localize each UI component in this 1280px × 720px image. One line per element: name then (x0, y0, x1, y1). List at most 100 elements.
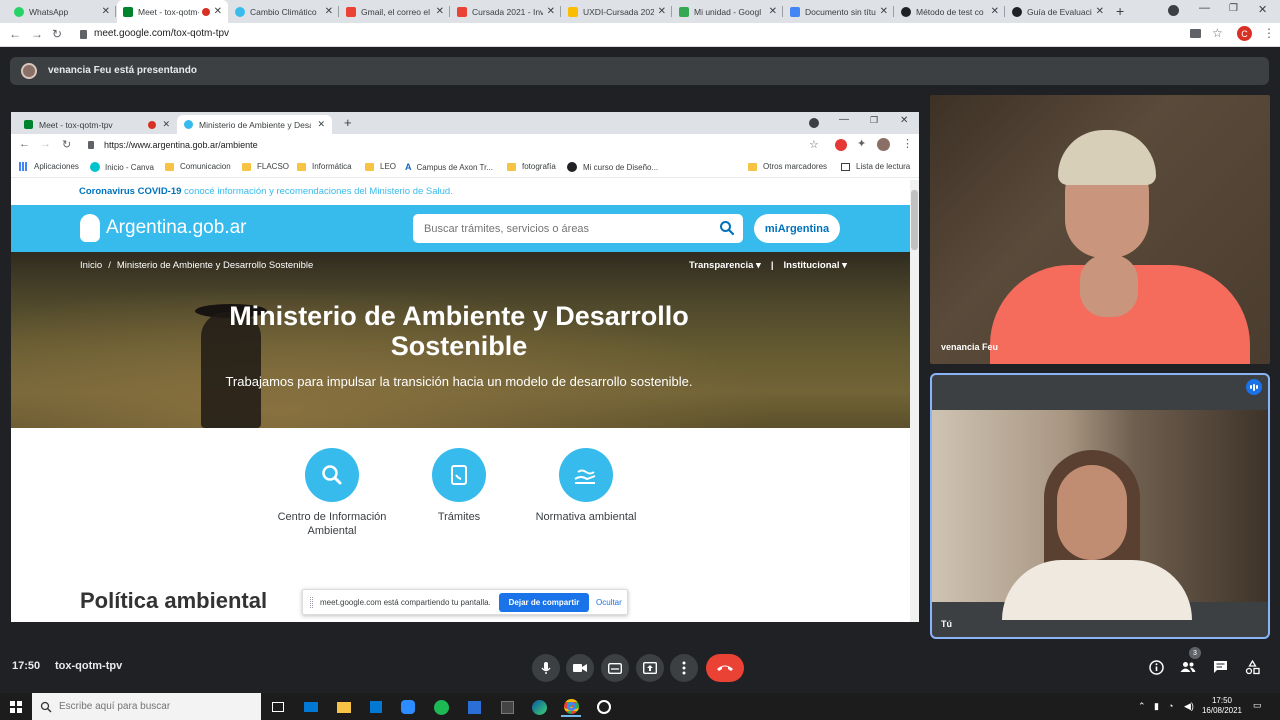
more-options-button[interactable] (670, 654, 698, 682)
profile-avatar[interactable] (877, 138, 890, 151)
notifications-icon[interactable]: ▭ (1253, 700, 1262, 711)
reload-icon[interactable]: ↻ (62, 138, 71, 151)
task-view-icon[interactable] (268, 697, 288, 717)
service-normativa[interactable]: Normativa ambiental (521, 448, 651, 524)
menu-icon[interactable]: ⋮ (902, 137, 913, 150)
tab-cursada[interactable]: Cursada 2021 - Inv ✕ (451, 0, 561, 23)
close-window-button[interactable]: ✕ (1258, 3, 1267, 16)
edge-icon[interactable] (529, 697, 549, 717)
close-icon[interactable]: ✕ (880, 6, 888, 17)
captions-button[interactable] (601, 654, 629, 682)
close-icon[interactable]: ✕ (1096, 6, 1104, 17)
zoom-icon[interactable] (398, 697, 418, 717)
restore-button[interactable]: ❐ (870, 115, 878, 126)
minimize-button[interactable]: — (1199, 2, 1210, 14)
close-icon[interactable]: ✕ (162, 119, 170, 130)
search-icon[interactable] (719, 220, 735, 241)
bookmark-canva[interactable]: Inicio - Canva (90, 162, 154, 172)
back-arrow-icon[interactable]: ← (9, 27, 21, 41)
site-search-input[interactable] (413, 214, 703, 243)
back-arrow-icon[interactable]: ← (19, 138, 30, 150)
close-icon[interactable]: ✕ (991, 6, 999, 17)
stop-sharing-button[interactable]: Dejar de compartir (499, 593, 589, 612)
covid-title[interactable]: Coronavirus COVID-19 (79, 186, 181, 197)
forward-arrow-icon[interactable]: → (31, 27, 43, 41)
tab-uxdi[interactable]: UXDI-Cursada 202 ✕ (562, 0, 672, 23)
new-tab-button[interactable]: + (1116, 3, 1124, 19)
participants-button[interactable] (1178, 657, 1198, 677)
close-icon[interactable]: ✕ (317, 119, 325, 130)
tray-chevron-icon[interactable]: ⌃ (1138, 701, 1146, 712)
inner-tab-meet[interactable]: Meet - tox-qotm-tpv ✕ (17, 115, 177, 134)
file-explorer-icon[interactable] (334, 697, 354, 717)
taskbar-search-input[interactable] (32, 693, 232, 720)
menu-icon[interactable]: ⋮ (1263, 26, 1275, 40)
terminal-icon[interactable] (497, 697, 517, 717)
tab-whatsapp[interactable]: WhatsApp ✕ (8, 0, 116, 23)
breadcrumb-home[interactable]: Inicio (80, 260, 102, 271)
extensions-icon[interactable]: ✦ (857, 137, 866, 150)
close-icon[interactable]: ✕ (658, 6, 666, 17)
inner-tab-ministerio[interactable]: Ministerio de Ambiente y Desarr ✕ (177, 115, 332, 134)
adblock-icon[interactable] (835, 139, 847, 151)
tab-search-icon[interactable] (809, 118, 819, 128)
tab-guia[interactable]: Guía de Evaluació ✕ (1006, 0, 1110, 23)
present-button[interactable] (636, 654, 664, 682)
url-text[interactable]: https://www.argentina.gob.ar/ambiente (104, 140, 258, 150)
menu-transparencia[interactable]: Transparencia ▾ (689, 260, 761, 271)
drag-handle-icon[interactable] (310, 597, 313, 608)
close-window-button[interactable]: ✕ (900, 115, 908, 126)
service-tramites[interactable]: Trámites (394, 448, 524, 524)
bookmark-leo[interactable]: LEO (365, 162, 396, 171)
url-text[interactable]: meet.google.com/tox-qotm-tpv (94, 28, 229, 39)
minimize-button[interactable]: — (839, 114, 849, 125)
wifi-icon[interactable]: ◔ (1168, 701, 1173, 711)
reload-icon[interactable]: ↻ (52, 27, 62, 41)
bookmark-informatica[interactable]: Informática (297, 162, 352, 171)
new-tab-button[interactable]: + (344, 115, 352, 130)
bookmark-flacso[interactable]: FLACSO (242, 162, 289, 171)
forward-arrow-icon[interactable]: → (40, 138, 51, 150)
close-icon[interactable]: ✕ (769, 6, 777, 17)
site-logo[interactable]: Argentina.gob.ar (106, 217, 247, 239)
bookmark-aplicaciones[interactable]: Aplicaciones (19, 162, 79, 171)
service-centro-informacion[interactable]: Centro de Información Ambiental (267, 448, 397, 538)
chrome-icon[interactable] (561, 697, 581, 717)
meeting-info-button[interactable] (1146, 657, 1166, 677)
end-call-button[interactable] (706, 654, 744, 682)
close-icon[interactable]: ✕ (547, 6, 555, 17)
participant-tile-venancia[interactable]: venancia Feu (930, 95, 1270, 364)
scrollbar[interactable] (910, 180, 919, 622)
bookmark-otros[interactable]: Otros marcadores (748, 162, 827, 171)
participant-tile-self[interactable]: Tú (930, 373, 1270, 639)
paint-icon[interactable] (464, 697, 484, 717)
covid-banner[interactable]: Coronavirus COVID-19 conocé información … (11, 180, 910, 205)
miargentina-button[interactable]: miArgentina (754, 214, 840, 243)
tab-gmail[interactable]: Gmail, el correo el ✕ (340, 0, 450, 23)
shared-screen[interactable]: Meet - tox-qotm-tpv ✕ Ministerio de Ambi… (11, 112, 919, 622)
restore-button[interactable]: ❐ (1229, 3, 1238, 14)
windows-start-icon[interactable] (10, 701, 22, 713)
volume-icon[interactable]: ◀) (1184, 701, 1194, 712)
close-icon[interactable]: ✕ (325, 6, 333, 17)
chat-button[interactable] (1210, 657, 1230, 677)
spotify-icon[interactable] (431, 697, 451, 717)
app-icon[interactable] (594, 697, 614, 717)
menu-institucional[interactable]: Institucional ▾ (784, 260, 847, 271)
camera-button[interactable] (566, 654, 594, 682)
tab-metodo[interactable]: Método de test co ✕ (895, 0, 1005, 23)
bookmark-lista-lectura[interactable]: Lista de lectura (841, 162, 910, 171)
tab-meet[interactable]: Meet - tox-qotm-tpv ✕ (117, 0, 228, 23)
tab-cambio-climatico[interactable]: Cambio Climático ✕ (229, 0, 339, 23)
star-icon[interactable]: ☆ (1212, 26, 1223, 40)
scrollbar-thumb[interactable] (911, 190, 918, 250)
bookmark-comunicacion[interactable]: Comunicacion (165, 162, 231, 171)
activities-button[interactable] (1242, 657, 1262, 677)
profile-avatar[interactable]: C (1237, 26, 1252, 41)
store-icon[interactable] (366, 697, 386, 717)
taskbar-clock[interactable]: 17:50 16/08/2021 (1197, 696, 1247, 716)
mail-icon[interactable] (301, 697, 321, 717)
close-icon[interactable]: ✕ (102, 6, 110, 17)
star-icon[interactable]: ☆ (809, 138, 819, 151)
tab-search-icon[interactable] (1168, 5, 1179, 16)
